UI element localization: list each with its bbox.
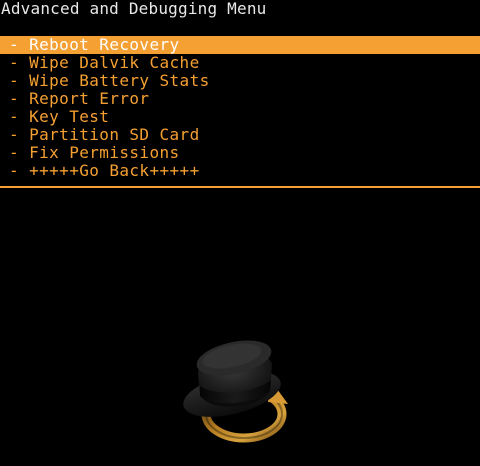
- menu-item-wipe-dalvik-cache[interactable]: - Wipe Dalvik Cache: [0, 54, 480, 72]
- menu-item-fix-permissions[interactable]: - Fix Permissions: [0, 144, 480, 162]
- advanced-menu: - Reboot Recovery - Wipe Dalvik Cache - …: [0, 36, 480, 180]
- menu-item-key-test[interactable]: - Key Test: [0, 108, 480, 126]
- recovery-screen: Advanced and Debugging Menu - Reboot Rec…: [0, 0, 480, 466]
- menu-item-reboot-recovery[interactable]: - Reboot Recovery: [0, 36, 480, 54]
- menu-item-report-error[interactable]: - Report Error: [0, 90, 480, 108]
- menu-item-wipe-battery-stats[interactable]: - Wipe Battery Stats: [0, 72, 480, 90]
- menu-divider: [0, 186, 480, 188]
- menu-item-partition-sd-card[interactable]: - Partition SD Card: [0, 126, 480, 144]
- clockworkmod-hat-logo-icon: [176, 328, 306, 458]
- menu-title: Advanced and Debugging Menu: [1, 0, 267, 18]
- menu-item-go-back[interactable]: - +++++Go Back+++++: [0, 162, 480, 180]
